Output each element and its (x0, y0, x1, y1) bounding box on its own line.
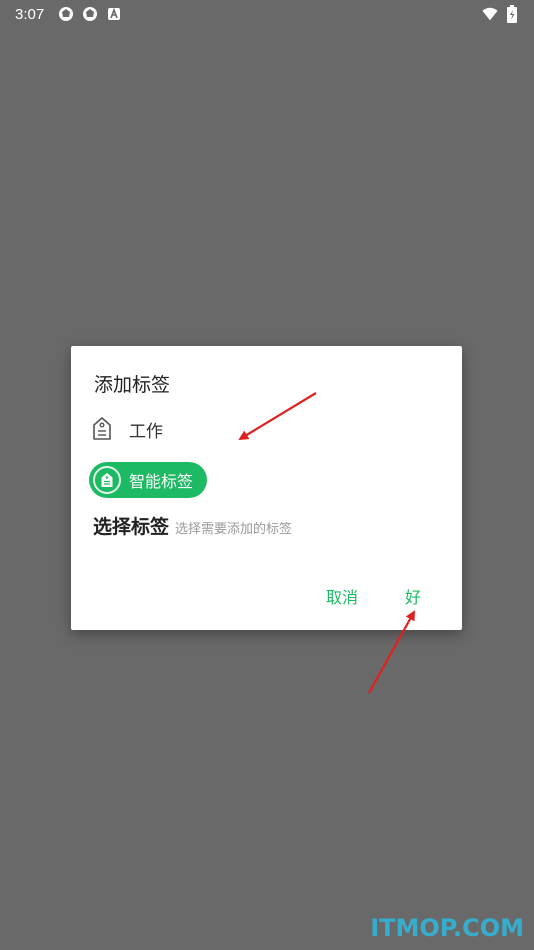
status-bar: 3:07 (0, 0, 534, 28)
smart-tag-chip-label: 智能标签 (129, 472, 194, 491)
watermark: ITMOP.COM (370, 914, 524, 942)
tag-item-work[interactable]: 工作 (91, 416, 163, 442)
wifi-icon (482, 6, 498, 22)
status-time: 3:07 (15, 5, 45, 23)
dialog-actions: 取消 好 (71, 584, 462, 608)
text-a-icon (106, 6, 122, 22)
tag-icon (93, 466, 121, 494)
select-tag-row: 选择标签 选择需要添加的标签 (93, 512, 292, 539)
tag-item-label: 工作 (129, 421, 163, 442)
status-bar-right (482, 5, 520, 23)
add-tag-dialog: 添加标签 工作 智能标签 选择标签 选择需要添加的标签 取消 好 (71, 346, 462, 630)
tag-icon (91, 416, 113, 442)
aperture-icon (82, 6, 98, 22)
battery-charging-icon (504, 5, 520, 23)
select-tag-hint: 选择需要添加的标签 (175, 522, 293, 537)
ok-button[interactable]: 好 (405, 584, 421, 608)
cancel-button[interactable]: 取消 (326, 584, 358, 608)
smart-tag-chip[interactable]: 智能标签 (89, 462, 207, 498)
aperture-icon (58, 6, 74, 22)
status-bar-left: 3:07 (15, 6, 122, 23)
dialog-title: 添加标签 (94, 374, 171, 396)
select-tag-title: 选择标签 (93, 516, 170, 538)
